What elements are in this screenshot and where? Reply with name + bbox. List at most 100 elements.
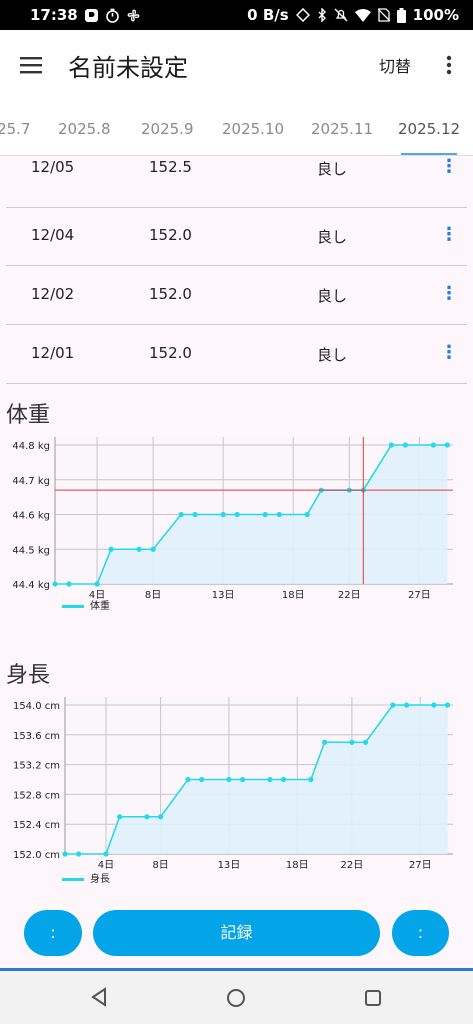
y-tick-label: 152.0 cm — [13, 850, 60, 861]
record-status: 良し — [317, 346, 348, 364]
record-status: 良し — [317, 228, 348, 246]
x-tick-label: 18日 — [286, 860, 309, 871]
battery-icon — [396, 7, 406, 23]
record-date: 12/01 — [31, 344, 75, 362]
row-menu-icon[interactable]: ⋮ — [440, 283, 458, 304]
home-icon[interactable] — [226, 988, 246, 1008]
app-bar: 名前未設定 切替 — [0, 30, 473, 100]
record-row[interactable]: 12/04 152.0 良し ⋮ — [6, 206, 467, 266]
data-point — [444, 702, 451, 708]
right-action-button[interactable]: : — [392, 910, 449, 956]
data-point — [185, 776, 191, 783]
data-point — [226, 776, 232, 783]
x-tick-label: 13日 — [218, 860, 241, 871]
left-action-button[interactable]: : — [24, 910, 82, 956]
timer-icon — [105, 8, 119, 23]
y-tick-label: 44.5 kg — [12, 545, 50, 556]
data-point — [94, 581, 100, 587]
record-value: 152.5 — [149, 158, 192, 176]
data-point — [362, 739, 369, 745]
back-icon[interactable] — [90, 987, 108, 1007]
data-point — [262, 511, 268, 518]
record-date: 12/05 — [31, 158, 75, 176]
data-point — [117, 814, 123, 820]
data-point — [66, 581, 72, 587]
y-tick-label: 44.4 kg — [12, 580, 50, 591]
tab-month[interactable]: 2025.10 — [222, 100, 284, 155]
net-speed: 0 B/s — [247, 6, 289, 24]
record-status: 良し — [317, 287, 348, 305]
data-point — [178, 511, 184, 518]
system-nav-bar — [0, 968, 473, 1024]
data-point — [280, 776, 287, 783]
y-tick-label: 44.7 kg — [12, 476, 50, 487]
tab-month-active[interactable]: 2025.12 — [398, 100, 460, 155]
wifi-icon — [354, 8, 371, 22]
tab-month[interactable]: 2025.8 — [58, 100, 111, 155]
weight-chart[interactable]: 44.4 kg 44.5 kg 44.6 kg 44.7 kg 44.8 kg 4日 8日 1… — [0, 437, 473, 637]
status-time: 17:38 — [30, 6, 78, 24]
y-tick-label: 152.8 cm — [13, 790, 60, 801]
row-menu-icon[interactable]: ⋮ — [440, 342, 458, 363]
x-tick-label: 13日 — [212, 590, 235, 601]
tab-month[interactable]: 2025.7 — [0, 100, 31, 155]
record-row[interactable]: 12/02 152.0 良し ⋮ — [6, 265, 467, 325]
menu-button[interactable] — [0, 30, 64, 100]
hamburger-menu-icon — [20, 57, 42, 74]
data-point — [108, 546, 114, 552]
y-tick-label: 153.2 cm — [13, 761, 60, 772]
record-value: 152.0 — [149, 344, 192, 362]
data-point — [52, 581, 58, 587]
data-point — [240, 776, 246, 783]
more-vert-icon — [446, 55, 452, 75]
status-bar: 17:38 0 B/s 100% — [0, 0, 473, 30]
data-point — [402, 442, 408, 448]
weight-section-title: 体重 — [6, 403, 51, 428]
x-tick-label: 4日 — [89, 590, 105, 601]
tab-month[interactable]: 2025.11 — [311, 100, 373, 155]
x-tick-label: 27日 — [408, 590, 431, 601]
mute-icon — [334, 8, 348, 22]
x-tick-label: 27日 — [409, 860, 432, 871]
overflow-menu-button[interactable] — [425, 30, 473, 100]
tab-month[interactable]: 2025.9 — [141, 100, 194, 155]
x-tick-label: 4日 — [98, 860, 114, 871]
bluetooth-icon — [318, 8, 326, 22]
legend-label: 体重 — [90, 599, 110, 612]
data-point — [234, 511, 240, 518]
row-menu-icon[interactable]: ⋮ — [440, 224, 458, 245]
recents-icon[interactable] — [364, 989, 382, 1007]
data-point — [267, 776, 273, 783]
notification-icon — [84, 8, 98, 22]
record-button[interactable]: 記録 — [93, 910, 380, 956]
data-point — [76, 851, 82, 857]
y-tick-label: 44.8 kg — [12, 441, 50, 452]
data-point — [308, 776, 314, 783]
data-point — [304, 511, 310, 518]
month-tabs: 2025.7 2025.8 2025.9 2025.10 2025.11 202… — [0, 100, 473, 156]
x-tick-label: 22日 — [341, 860, 364, 871]
data-point — [103, 851, 109, 857]
data-point — [349, 739, 355, 745]
record-date: 12/02 — [31, 285, 75, 303]
x-tick-label: 22日 — [338, 590, 361, 601]
battery-level: 100% — [412, 6, 459, 24]
x-tick-label: 8日 — [145, 590, 161, 601]
record-row[interactable]: 12/05 152.5 良し ⋮ — [6, 157, 467, 208]
data-point — [144, 814, 150, 820]
data-point — [276, 511, 282, 518]
height-section-title: 身長 — [6, 663, 51, 688]
data-point — [192, 511, 198, 518]
switch-button[interactable]: 切替 — [365, 53, 425, 77]
no-sim-icon — [377, 8, 390, 22]
data-point — [403, 702, 410, 708]
scroll-content[interactable]: 12/05 152.5 良し ⋮ 12/04 152.0 良し ⋮ 12/02 … — [0, 157, 473, 967]
record-row[interactable]: 12/01 152.0 良し ⋮ — [6, 324, 467, 384]
legend-label: 身長 — [90, 872, 110, 885]
data-point — [136, 546, 142, 552]
x-tick-label: 8日 — [152, 860, 168, 871]
y-tick-label: 44.6 kg — [12, 511, 50, 522]
row-menu-icon[interactable]: ⋮ — [440, 157, 458, 177]
data-point — [150, 546, 156, 552]
height-chart[interactable]: 152.0 cm 152.4 cm 152.8 cm 153.2 cm 153.6 cm… — [0, 697, 473, 907]
